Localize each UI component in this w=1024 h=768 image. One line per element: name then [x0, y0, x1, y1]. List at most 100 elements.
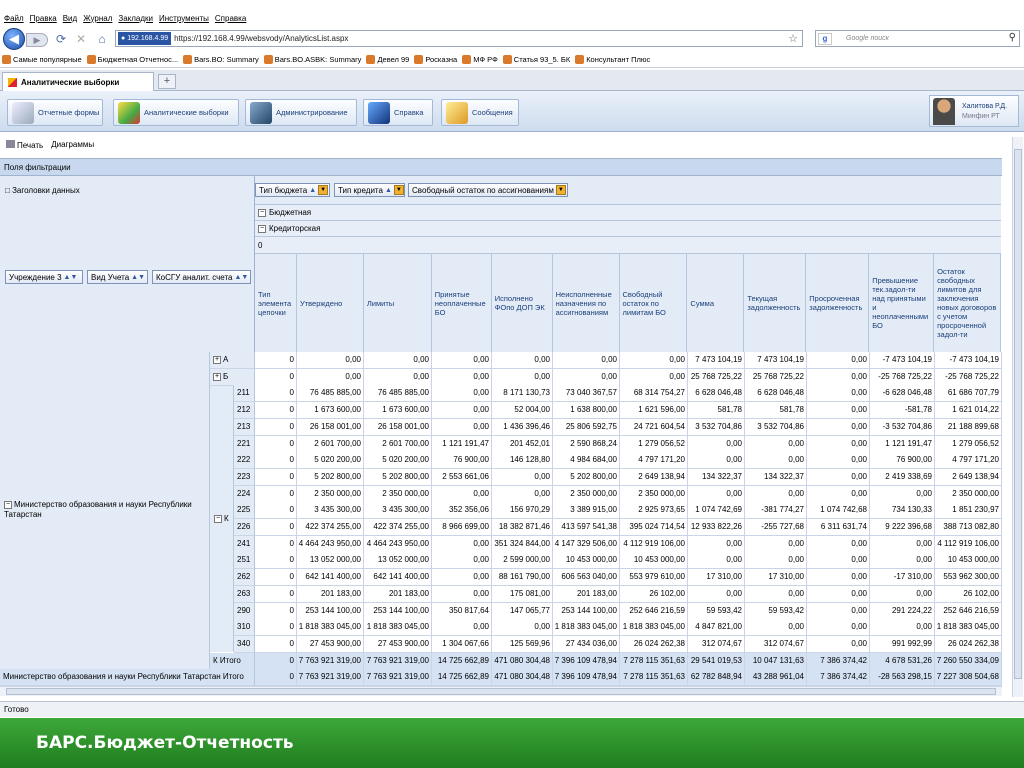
- table-cell[interactable]: 0: [255, 352, 297, 369]
- table-cell[interactable]: 0,00: [688, 485, 745, 503]
- table-row[interactable]: 213 0 26 158 001,00 26 158 001,00 0,00 1 436 …: [0, 418, 1002, 436]
- table-cell[interactable]: 2 350 000,00: [620, 485, 688, 503]
- stop-icon[interactable]: ✕: [73, 31, 89, 47]
- table-cell[interactable]: 7 386 374,42: [807, 652, 870, 670]
- table-cell[interactable]: 7 763 921 319,00: [364, 669, 432, 687]
- table-cell[interactable]: 1 621 014,22: [935, 402, 1002, 420]
- table-cell[interactable]: 134 322,37: [688, 468, 745, 486]
- table-cell[interactable]: 0,00: [807, 569, 870, 587]
- menu-item[interactable]: Закладки: [118, 14, 153, 23]
- table-cell[interactable]: 2 419 338,69: [870, 468, 935, 486]
- table-cell[interactable]: 3 532 704,86: [688, 418, 745, 436]
- table-cell[interactable]: 21 188 899,68: [935, 418, 1002, 436]
- table-cell[interactable]: 0,00: [745, 452, 807, 470]
- table-cell[interactable]: 1 673 600,00: [364, 402, 432, 420]
- column-header[interactable]: Тип элемента цепочки: [255, 254, 297, 352]
- bookmark-item[interactable]: Самые популярные: [2, 55, 82, 64]
- table-cell[interactable]: 4 678 531,26: [870, 652, 935, 670]
- table-cell[interactable]: 6 311 631,74: [807, 519, 870, 536]
- table-cell[interactable]: 4 797 171,20: [935, 452, 1002, 470]
- table-cell[interactable]: 156 970,29: [492, 502, 553, 520]
- table-cell[interactable]: 27 453 900,00: [364, 635, 432, 653]
- row-label[interactable]: 340: [234, 635, 255, 653]
- table-cell[interactable]: 0,00: [432, 418, 492, 436]
- row-label[interactable]: 212: [234, 402, 255, 420]
- table-cell[interactable]: -28 563 298,15: [870, 669, 935, 687]
- filter-dropdown-icon[interactable]: ▼: [555, 185, 566, 195]
- table-cell[interactable]: 0,00: [870, 535, 935, 553]
- table-cell[interactable]: 4 464 243 950,00: [297, 535, 364, 553]
- table-cell[interactable]: 7 763 921 319,00: [364, 652, 432, 670]
- table-cell[interactable]: 0: [255, 402, 297, 420]
- table-cell[interactable]: -25 768 725,22: [870, 368, 935, 386]
- table-cell[interactable]: 0,00: [432, 552, 492, 570]
- table-cell[interactable]: 0: [255, 385, 297, 403]
- sort-arrows-icon[interactable]: ▲▼: [131, 274, 145, 281]
- column-header[interactable]: Текущая задолженность: [744, 254, 807, 352]
- bookmark-item[interactable]: Консультант Плюс: [575, 55, 650, 64]
- table-cell[interactable]: 0,00: [870, 619, 935, 637]
- table-cell[interactable]: -381 774,27: [745, 502, 807, 520]
- table-cell[interactable]: 2 350 000,00: [297, 485, 364, 503]
- table-cell[interactable]: 0,00: [688, 585, 745, 603]
- table-cell[interactable]: 17 310,00: [745, 569, 807, 587]
- table-cell[interactable]: 0: [255, 519, 297, 536]
- row-label[interactable]: Министерство образования и науки Республ…: [0, 669, 255, 687]
- table-cell[interactable]: 1 074 742,69: [688, 502, 745, 520]
- table-cell[interactable]: 312 074,67: [688, 635, 745, 653]
- table-cell[interactable]: 0,00: [688, 552, 745, 570]
- table-cell[interactable]: 10 453 000,00: [935, 552, 1002, 570]
- analytics-button[interactable]: Аналитические выборки: [113, 99, 239, 126]
- table-cell[interactable]: 201 183,00: [364, 585, 432, 603]
- table-cell[interactable]: 4 464 243 950,00: [364, 535, 432, 553]
- table-cell[interactable]: 2 601 700,00: [297, 435, 364, 453]
- sort-arrows-icon[interactable]: ▲▼: [234, 274, 248, 281]
- table-cell[interactable]: 0,00: [432, 485, 492, 503]
- column-header[interactable]: Исполнено ФОпо ДОП ЭК: [492, 254, 553, 352]
- table-cell[interactable]: 5 202 800,00: [297, 468, 364, 486]
- table-cell[interactable]: 201 183,00: [553, 585, 620, 603]
- table-cell[interactable]: 201 452,01: [492, 435, 553, 453]
- table-cell[interactable]: 7 278 115 351,63: [620, 669, 688, 687]
- table-cell[interactable]: 1 638 800,00: [553, 402, 620, 420]
- table-cell[interactable]: 76 485 885,00: [297, 385, 364, 403]
- table-cell[interactable]: 3 435 300,00: [297, 502, 364, 520]
- table-cell[interactable]: 0,00: [807, 435, 870, 453]
- table-cell[interactable]: 0,00: [807, 585, 870, 603]
- search-input[interactable]: g Google поиск ⚲: [815, 30, 1020, 47]
- table-cell[interactable]: 147 065,77: [492, 602, 553, 620]
- new-tab-button[interactable]: +: [158, 74, 176, 89]
- table-cell[interactable]: 252 646 216,59: [620, 602, 688, 620]
- tab-analytics[interactable]: Аналитические выборки: [2, 72, 154, 91]
- table-cell[interactable]: 0: [255, 569, 297, 587]
- table-cell[interactable]: 3 389 915,00: [553, 502, 620, 520]
- sort-arrows-icon[interactable]: ▲: [385, 187, 392, 194]
- table-cell[interactable]: 2 599 000,00: [492, 552, 553, 570]
- table-cell[interactable]: 0,00: [807, 619, 870, 637]
- table-cell[interactable]: 0,00: [807, 535, 870, 553]
- table-cell[interactable]: 0,00: [807, 368, 870, 386]
- table-cell[interactable]: 991 992,99: [870, 635, 935, 653]
- table-cell[interactable]: 553 979 610,00: [620, 569, 688, 587]
- menu-item[interactable]: Вид: [63, 14, 77, 23]
- table-row[interactable]: 310 0 1 818 383 045,00 1 818 383 045,00 0,00…: [0, 619, 1002, 637]
- table-cell[interactable]: 13 052 000,00: [297, 552, 364, 570]
- table-cell[interactable]: 4 147 329 506,00: [553, 535, 620, 553]
- table-row[interactable]: 241 0 4 464 243 950,00 4 464 243 950,00 0,00…: [0, 535, 1002, 553]
- table-cell[interactable]: 175 081,00: [492, 585, 553, 603]
- table-cell[interactable]: 291 224,22: [870, 602, 935, 620]
- table-cell[interactable]: 2 350 000,00: [935, 485, 1002, 503]
- sort-arrows-icon[interactable]: ▲▼: [64, 274, 78, 281]
- table-cell[interactable]: 0,00: [807, 352, 870, 369]
- table-cell[interactable]: 422 374 255,00: [297, 519, 364, 536]
- table-cell[interactable]: 146 128,80: [492, 452, 553, 470]
- table-cell[interactable]: 25 768 725,22: [745, 368, 807, 386]
- table-cell[interactable]: 7 260 550 334,09: [935, 652, 1002, 670]
- band-creditor[interactable]: − Кредиторская: [255, 220, 1001, 236]
- table-cell[interactable]: 350 817,64: [432, 602, 492, 620]
- home-icon[interactable]: ⌂: [94, 31, 110, 47]
- row-label[interactable]: 223: [234, 468, 255, 486]
- table-cell[interactable]: 642 141 400,00: [364, 569, 432, 587]
- table-cell[interactable]: 1 304 067,66: [432, 635, 492, 653]
- table-cell[interactable]: 0: [255, 619, 297, 637]
